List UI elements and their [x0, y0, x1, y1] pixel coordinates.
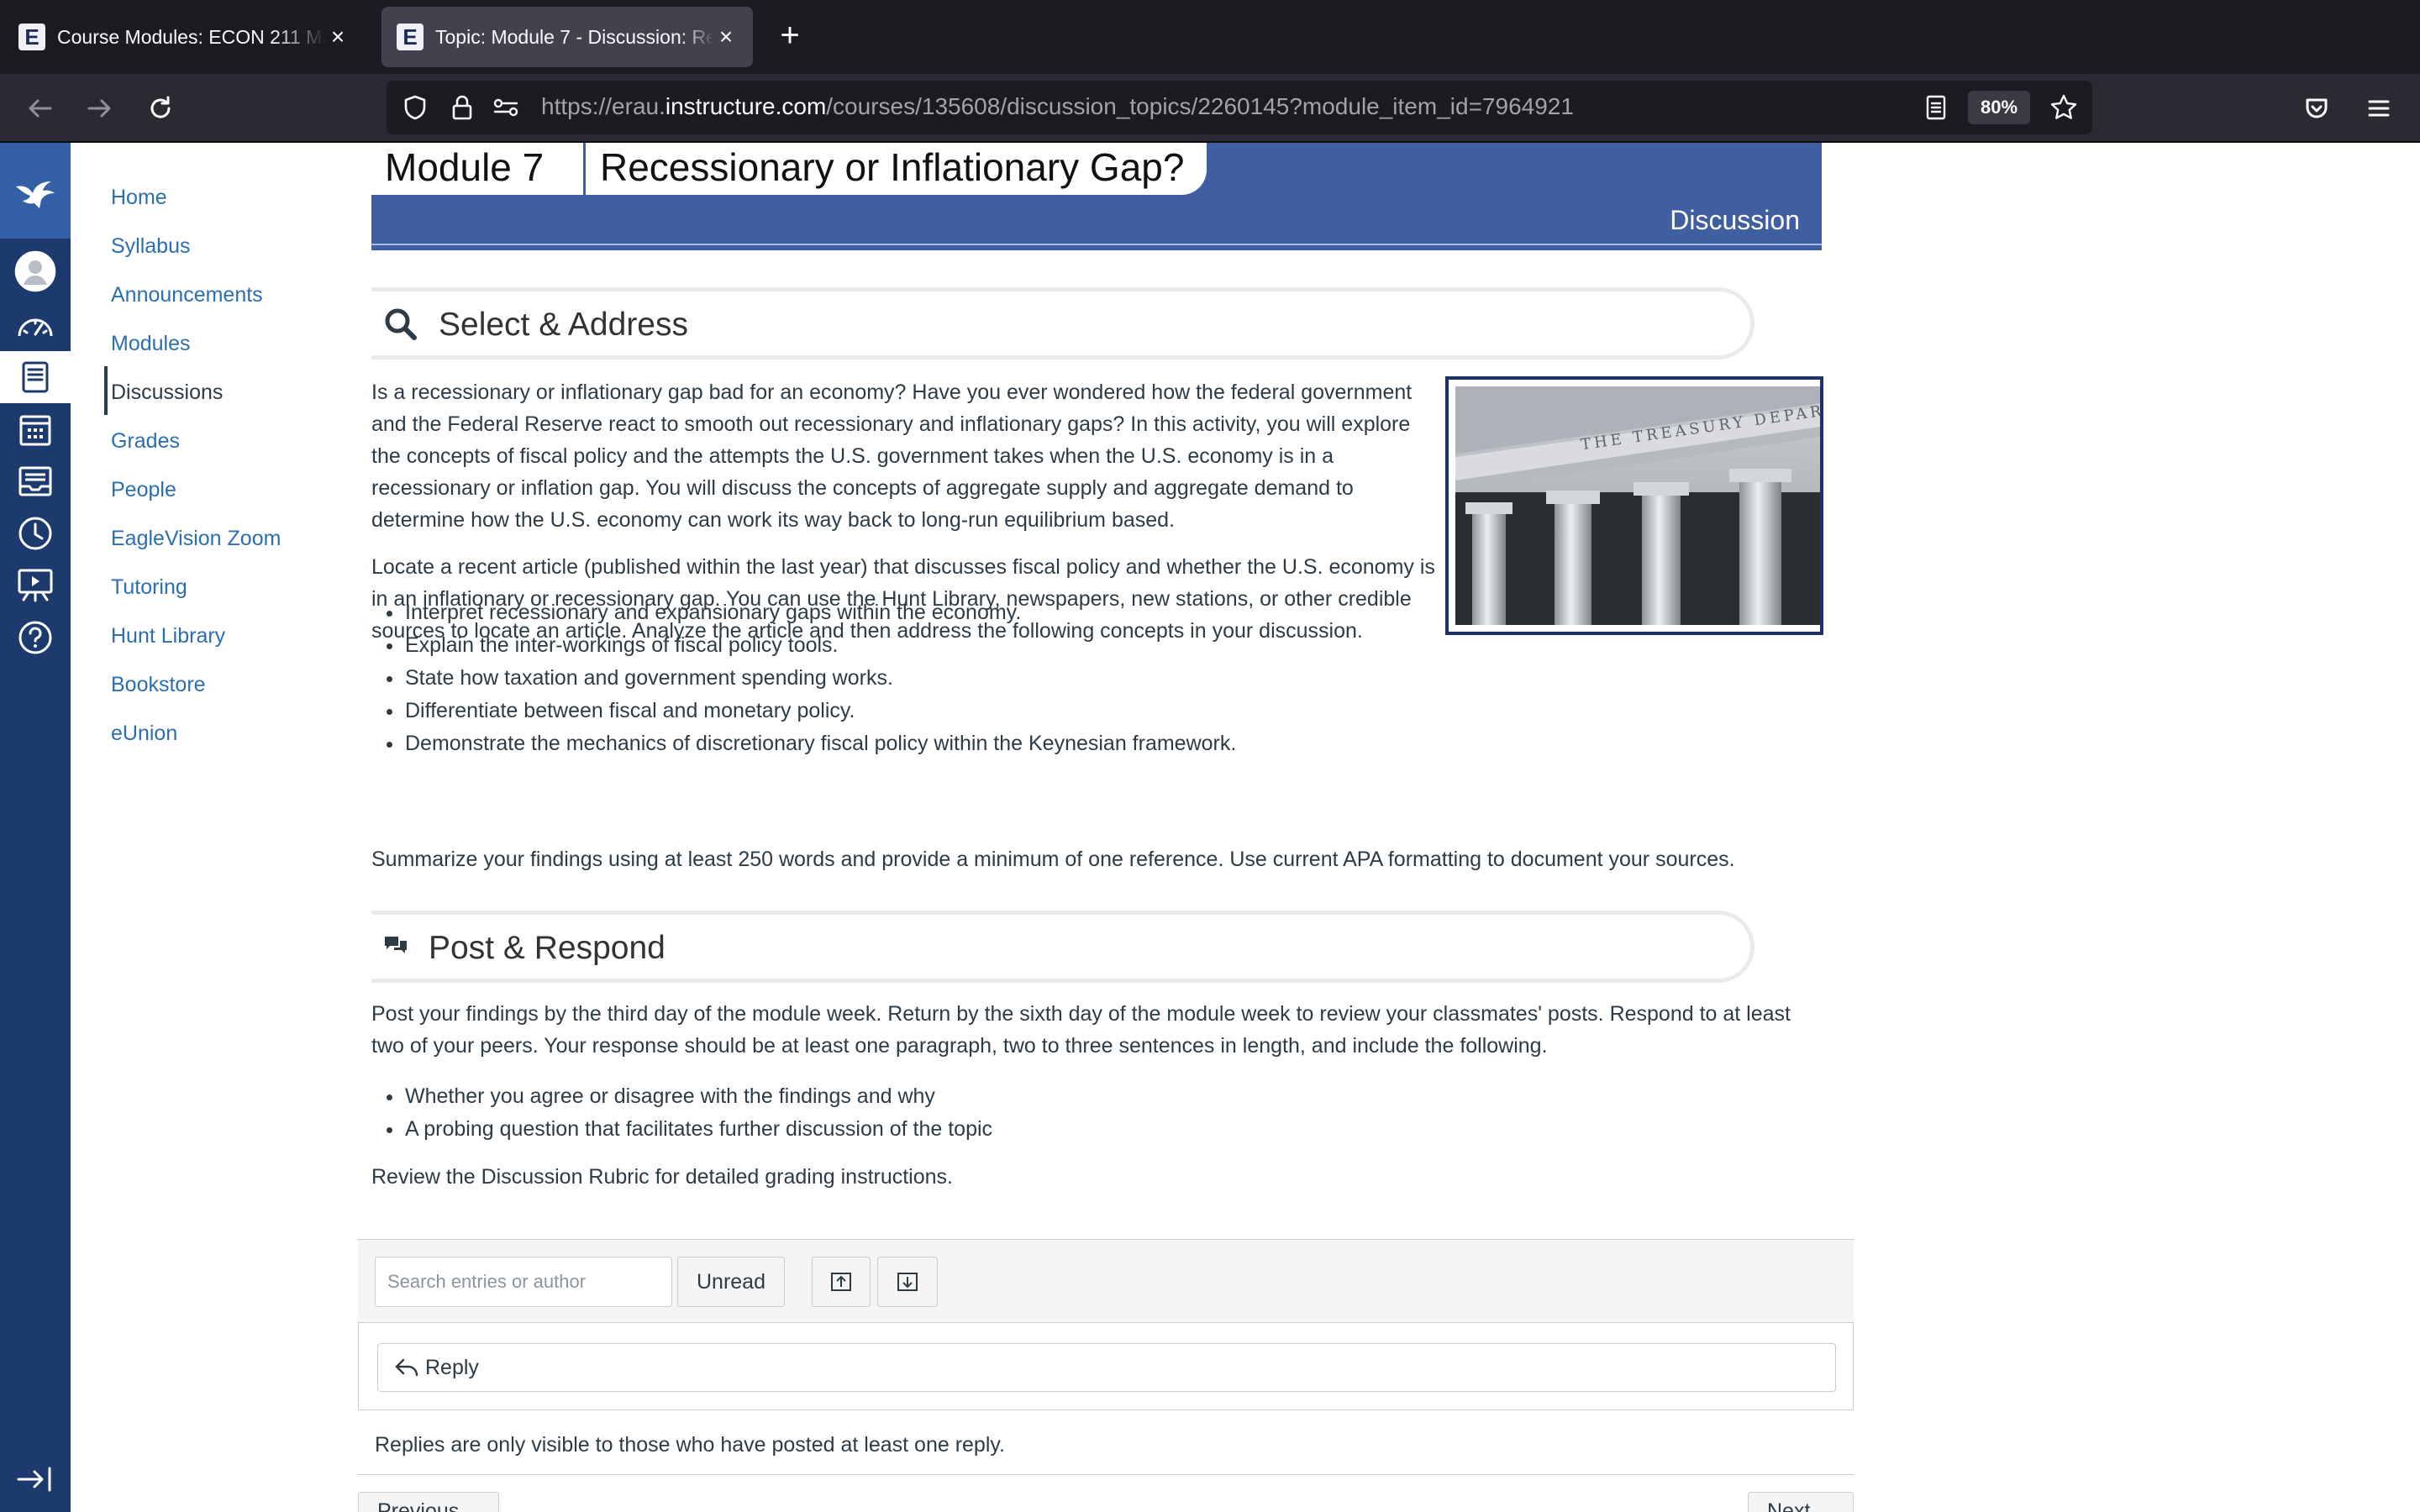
list-item: State how taxation and government spendi… [371, 662, 1236, 695]
course-nav-modules[interactable]: Modules [111, 332, 191, 356]
dashboard-icon[interactable] [0, 299, 71, 351]
back-arrow-icon[interactable] [18, 87, 60, 129]
global-navigation [0, 143, 71, 1512]
select-address-heading: Select & Address [371, 287, 1754, 360]
browser-tab-strip: E Course Modules: ECON 211 Macroeconomic… [0, 0, 2420, 74]
intro-paragraph: Is a recessionary or inflationary gap ba… [371, 381, 1413, 532]
list-item: Whether you agree or disagree with the f… [371, 1080, 992, 1113]
tab-title: Course Modules: ECON 211 Macroeconomics [57, 25, 326, 48]
active-indicator [104, 366, 108, 415]
reader-view-icon[interactable] [1921, 92, 1951, 123]
unread-button[interactable]: Unread [677, 1257, 785, 1307]
module-number: Module 7 [385, 145, 544, 189]
course-nav-hunt-library[interactable]: Hunt Library [111, 624, 225, 648]
collapse-icon [831, 1273, 851, 1291]
banner-type-label: Discussion [1670, 205, 1800, 235]
reload-icon[interactable] [139, 87, 182, 129]
post-paragraph: Post your findings by the third day of t… [371, 1002, 1791, 1058]
pocket-icon[interactable] [2296, 87, 2338, 129]
bookmark-star-icon[interactable] [2049, 92, 2079, 123]
section-heading: Select & Address [439, 307, 688, 343]
courses-icon[interactable] [0, 351, 71, 403]
menu-icon[interactable] [2358, 87, 2400, 129]
studio-icon[interactable] [0, 559, 71, 612]
inbox-icon[interactable] [0, 455, 71, 507]
list-item: A probing question that facilitates furt… [371, 1113, 992, 1146]
browser-tab-discussion[interactable]: E Topic: Module 7 - Discussion: Recessio… [381, 7, 753, 67]
summary-paragraph: Summarize your findings using at least 2… [371, 848, 1735, 871]
course-nav-eunion[interactable]: eUnion [111, 722, 177, 746]
course-nav-eaglevision-zoom[interactable]: EagleVision Zoom [111, 527, 281, 551]
account-icon[interactable] [0, 245, 71, 297]
list-item: Interpret recessionary and expansionary … [371, 596, 1236, 629]
concepts-list: Interpret recessionary and expansionary … [371, 596, 1236, 760]
expand-icon [897, 1273, 918, 1291]
course-nav-people[interactable]: People [111, 478, 176, 502]
section-heading: Post & Respond [429, 930, 666, 966]
new-tab-icon[interactable]: + [773, 18, 807, 54]
site-favicon-icon: E [18, 24, 45, 50]
close-tab-icon[interactable]: × [714, 24, 738, 50]
course-nav-grades[interactable]: Grades [111, 429, 180, 454]
reply-section: Reply [358, 1323, 1854, 1410]
search-icon [383, 307, 418, 346]
list-item: Explain the inter-workings of fiscal pol… [371, 629, 1236, 662]
previous-button[interactable]: Previous [358, 1492, 499, 1512]
page-title: Recessionary or Inflationary Gap? [600, 145, 1185, 189]
url-host: instructure.com [665, 93, 827, 119]
help-icon[interactable] [0, 612, 71, 664]
discussion-bubbles-icon [383, 933, 408, 963]
discussion-toolbar: Search entries or author Unread [358, 1239, 1854, 1323]
site-favicon-icon: E [397, 24, 424, 50]
divider [358, 1474, 1854, 1475]
reply-arrow-icon [395, 1358, 418, 1377]
eagle-logo-icon[interactable] [0, 143, 71, 239]
banner-title-box: Module 7 Recessionary or Inflationary Ga… [371, 143, 1207, 195]
browser-tab-course-modules[interactable]: E Course Modules: ECON 211 Macroeconomic… [3, 7, 365, 67]
course-nav-bookstore[interactable]: Bookstore [111, 673, 206, 697]
course-navigation: Home Syllabus Announcements Modules Disc… [71, 143, 356, 1512]
course-nav-tutoring[interactable]: Tutoring [111, 575, 187, 600]
expand-replies-button[interactable] [877, 1257, 938, 1307]
list-item: Demonstrate the mechanics of discretiona… [371, 727, 1236, 760]
address-bar[interactable]: https://erau.instructure.com/courses/135… [387, 81, 2092, 134]
next-button[interactable]: Next [1748, 1492, 1854, 1512]
module-banner: Module 7 Recessionary or Inflationary Ga… [371, 143, 1822, 250]
collapse-replies-button[interactable] [812, 1257, 871, 1307]
search-input[interactable]: Search entries or author [375, 1257, 672, 1307]
rubric-paragraph: Review the Discussion Rubric for detaile… [371, 1165, 953, 1189]
banner-divider [583, 143, 586, 195]
replies-visibility-note: Replies are only visible to those who ha… [375, 1433, 1005, 1457]
collapse-nav-icon[interactable] [0, 1453, 71, 1505]
course-nav-home[interactable]: Home [111, 186, 167, 210]
forward-arrow-icon[interactable] [79, 87, 121, 129]
tab-title: Topic: Module 7 - Discussion: Recessiona… [435, 25, 714, 48]
shield-icon[interactable] [400, 92, 430, 123]
url-text[interactable]: https://erau.instructure.com/courses/135… [541, 93, 1574, 120]
course-nav-announcements[interactable]: Announcements [111, 283, 263, 307]
history-icon[interactable] [0, 507, 71, 559]
course-nav-discussions[interactable]: Discussions [111, 381, 223, 405]
response-list: Whether you agree or disagree with the f… [371, 1080, 992, 1146]
banner-rule [371, 244, 1822, 245]
permissions-icon[interactable] [491, 92, 521, 123]
discussion-content: Module 7 Recessionary or Inflationary Ga… [356, 143, 1902, 1512]
calendar-icon[interactable] [0, 403, 71, 455]
zoom-level-badge[interactable]: 80% [1968, 91, 2030, 124]
reply-button[interactable]: Reply [377, 1343, 1836, 1392]
url-scheme: https://erau. [541, 93, 666, 119]
list-item: Differentiate between fiscal and monetar… [371, 695, 1236, 727]
post-respond-heading: Post & Respond [371, 911, 1754, 983]
treasury-building-image: THE TREASURY DEPARTMENT [1445, 376, 1902, 635]
url-path: /courses/135608/discussion_topics/226014… [826, 93, 1574, 119]
lock-icon[interactable] [447, 92, 477, 123]
reply-label: Reply [425, 1355, 479, 1379]
course-nav-syllabus[interactable]: Syllabus [111, 234, 191, 259]
close-tab-icon[interactable]: × [326, 24, 350, 50]
